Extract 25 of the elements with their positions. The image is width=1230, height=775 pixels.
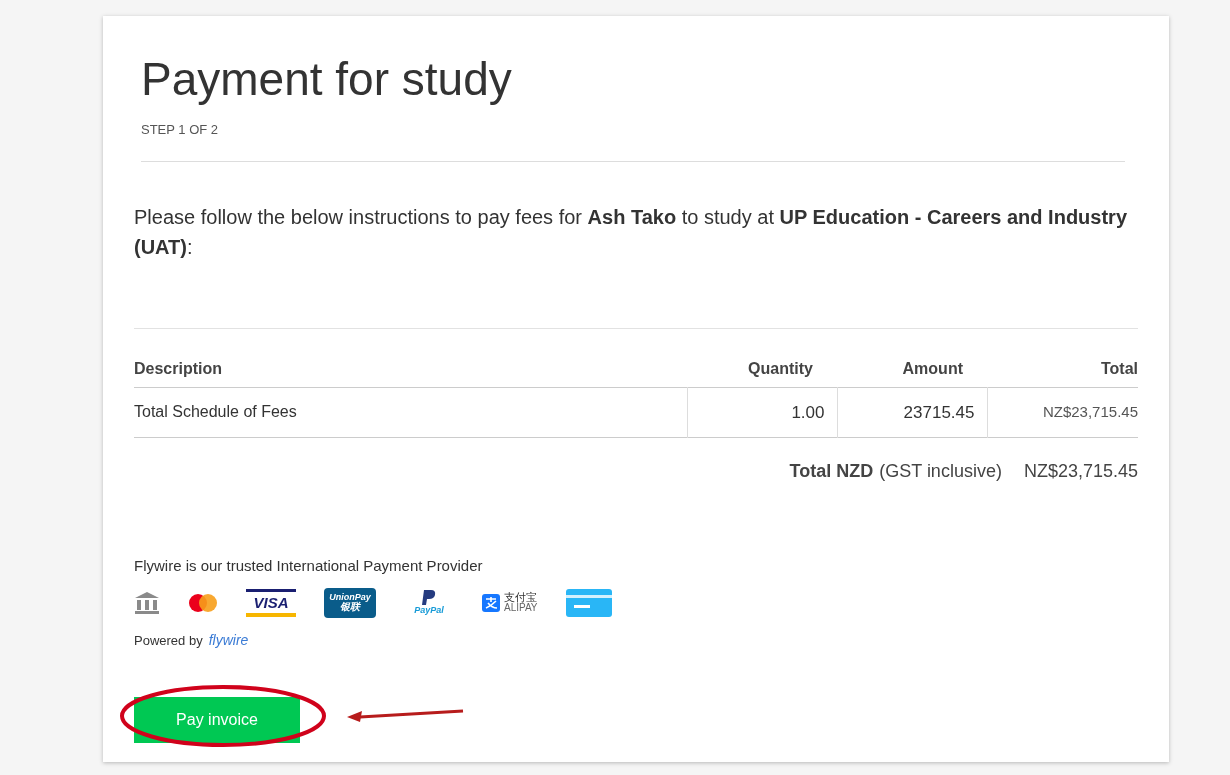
card-logo-icon	[188, 592, 218, 613]
provider-text: Flywire is our trusted International Payment Provider	[134, 556, 484, 576]
table-cell: 1.00	[687, 387, 837, 438]
table-cell: 23715.45	[837, 387, 987, 438]
paypal-logo: PayPal	[404, 590, 454, 615]
table-cell: Total Schedule of Fees	[134, 387, 687, 438]
step-indicator: STEP 1 OF 2	[141, 121, 220, 139]
pay-invoice-button[interactable]: Pay invoice	[134, 696, 300, 743]
credit-card-icon	[565, 588, 612, 617]
table-cell: NZ$23,715.45	[987, 387, 1138, 438]
column-header: Quantity	[687, 356, 837, 387]
powered-by-text: Powered by	[134, 631, 203, 650]
instructions-text: Please follow the below instructions to pay fees for Ash Tako to study at UP Education - Careers and Industry (UAT):	[134, 204, 1128, 260]
bank-icon	[134, 590, 160, 615]
column-header: Amount	[837, 356, 987, 387]
alipay-logo: 支付宝 ALIPAY	[482, 592, 538, 613]
flywire-logo: flywire	[208, 630, 249, 650]
page-title: Payment for study	[141, 52, 513, 107]
total-value: NZ$23,715.45	[1023, 460, 1138, 483]
total-label: Total NZD	[789, 460, 874, 483]
column-header: Total	[987, 356, 1138, 387]
total-note: (GST inclusive)	[879, 460, 1002, 483]
visa-logo: VISA	[246, 588, 296, 617]
unionpay-logo: UnionPay 银联	[324, 587, 376, 618]
column-header: Description	[134, 356, 687, 387]
